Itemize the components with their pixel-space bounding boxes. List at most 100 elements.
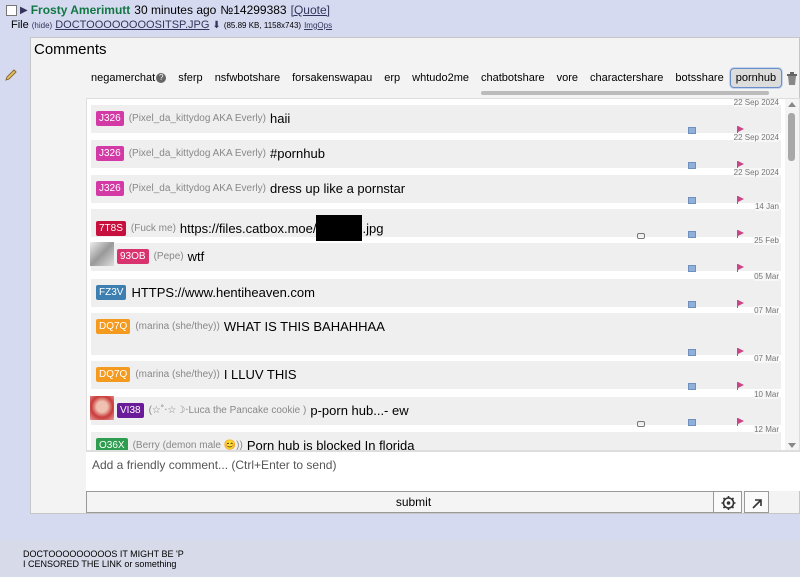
commenter-id-badge[interactable]: 7T8S — [96, 220, 126, 236]
tab-sferp[interactable]: sferp — [172, 69, 208, 87]
commenter-name: (Pixel_da_kittydog AKA Everly) — [128, 113, 266, 124]
commenter-id-badge[interactable]: DQ7Q — [96, 367, 131, 382]
imgops-link[interactable]: ImgOps — [304, 21, 332, 30]
flag-icon[interactable] — [737, 264, 745, 272]
comment-row: 93OB (Pepe) wtf 25 Feb — [91, 236, 781, 272]
tab-pornhub[interactable]: pornhub — [729, 68, 783, 88]
tab-charactershare[interactable]: charactershare — [584, 69, 669, 87]
comment-row: J326 (Pixel_da_kittydog AKA Everly) haii 22… — [91, 99, 781, 134]
hide-file-link[interactable]: (hide) — [32, 21, 52, 30]
expand-triangle-icon[interactable]: ▶ — [20, 5, 28, 16]
scroll-up-icon[interactable] — [788, 102, 796, 107]
reply-icon[interactable] — [688, 301, 696, 308]
comments-panel: Comments negamerchat? sferp nsfwbotshare… — [30, 37, 800, 514]
scroll-thumb[interactable] — [788, 113, 795, 161]
reply-icon[interactable] — [688, 127, 696, 134]
file-info: File (hide) DOCTOOOOOOOOSITSP.JPG ⬇ (85.… — [11, 19, 332, 31]
commenter-id-badge[interactable]: O36X — [96, 438, 128, 450]
comment-text: #pornhub — [269, 146, 325, 161]
comment-text: Porn hub is blocked In florida — [246, 438, 415, 451]
post-comment: DOCTOOOOOOOOOS IT MIGHT BE 'P I CENSORED… — [23, 549, 184, 569]
tab-vore[interactable]: vore — [551, 69, 584, 87]
tab-erp[interactable]: erp — [378, 69, 406, 87]
download-icon[interactable]: ⬇ — [212, 20, 220, 31]
comment-content: J326 (Pixel_da_kittydog AKA Everly) haii — [96, 111, 290, 126]
tab-chatbotshare[interactable]: chatbotshare — [475, 69, 551, 87]
post-time: 30 minutes ago — [134, 3, 217, 17]
comment-text: dress up like a pornstar — [269, 181, 406, 196]
commenter-id-badge[interactable]: J326 — [96, 146, 124, 161]
submit-button[interactable]: submit — [86, 491, 741, 513]
trash-icon[interactable] — [786, 71, 798, 85]
reply-icon[interactable] — [688, 231, 696, 238]
flag-icon[interactable] — [737, 230, 745, 238]
comment-date: 22 Sep 2024 — [733, 98, 779, 107]
avatar[interactable] — [90, 396, 114, 420]
redacted-block — [316, 215, 363, 241]
comment-text: p-porn hub...- ew — [310, 403, 409, 418]
commenter-id-badge[interactable]: VI38 — [117, 403, 144, 418]
commenter-id-badge[interactable]: 93OB — [117, 249, 149, 264]
comment-text: WHAT IS THIS BAHAHHAA — [223, 319, 385, 334]
file-name-link[interactable]: DOCTOOOOOOOOSITSP.JPG — [55, 19, 209, 31]
comment-text: HTTPS://www.hentiheaven.com — [131, 285, 315, 300]
comment-date: 10 Mar — [754, 390, 779, 399]
gear-icon[interactable] — [713, 491, 742, 513]
comment-row: J326 (Pixel_da_kittydog AKA Everly) dress … — [91, 168, 781, 204]
commenter-id-badge[interactable]: J326 — [96, 181, 124, 196]
flag-icon[interactable] — [737, 382, 745, 390]
comment-content: J326 (Pixel_da_kittydog AKA Everly) #pornh… — [96, 146, 325, 161]
comment-text-suffix: .jpg — [362, 220, 384, 236]
commenter-id-badge[interactable]: FZ3V — [96, 285, 127, 300]
reply-icon[interactable] — [688, 197, 696, 204]
commenter-name: (Fuck me) — [130, 222, 176, 234]
tab-botsshare[interactable]: botsshare — [669, 69, 729, 87]
commenter-id-badge[interactable]: DQ7Q — [96, 319, 131, 334]
speech-bubble-icon[interactable] — [637, 421, 645, 427]
flag-icon[interactable] — [737, 300, 745, 308]
comment-text: I LLUV THIS — [223, 367, 297, 382]
comment-date: 05 Mar — [754, 272, 779, 281]
commenter-id-badge[interactable]: J326 — [96, 111, 124, 126]
post-number[interactable]: №14299383 — [220, 3, 286, 17]
comment-list: J326 (Pixel_da_kittydog AKA Everly) haii 22… — [86, 98, 800, 451]
tab-whtudo2me[interactable]: whtudo2me — [406, 69, 475, 87]
commenter-name: (Berry (demon male 😊)) — [132, 440, 243, 451]
comment-content: VI38 (☆˚‧☆☽‧Luca the Pancake cookie ) p-po… — [117, 403, 409, 418]
tab-forsakenswapau[interactable]: forsakenswapau — [286, 69, 378, 87]
reply-icon[interactable] — [688, 265, 696, 272]
expand-icon[interactable] — [744, 491, 769, 513]
flag-icon[interactable] — [737, 196, 745, 204]
quote-link[interactable]: [Quote] — [291, 3, 330, 17]
post: ▶ Frosty Amerimutt 30 minutes ago №14299… — [0, 0, 800, 540]
reply-icon[interactable] — [688, 419, 696, 426]
reply-icon[interactable] — [688, 349, 696, 356]
comment-row: O36X (Berry (demon male 😊)) Porn hub is bl… — [91, 425, 781, 451]
file-meta: (85.89 KB, 1158x743) — [223, 20, 302, 30]
comment-row: FZ3V HTTPS://www.hentiheaven.com 05 Mar — [91, 272, 781, 308]
comment-date: 25 Feb — [754, 236, 779, 245]
help-icon[interactable]: ? — [156, 73, 167, 83]
tab-negamerchat[interactable]: negamerchat? — [85, 69, 172, 87]
tabs-scrollbar[interactable] — [481, 91, 769, 95]
scroll-down-icon[interactable] — [788, 443, 796, 448]
avatar[interactable] — [90, 242, 114, 266]
reply-icon[interactable] — [688, 162, 696, 169]
comments-title: Comments — [34, 41, 107, 58]
comment-content: J326 (Pixel_da_kittydog AKA Everly) dress … — [96, 181, 405, 196]
commenter-name: (Pixel_da_kittydog AKA Everly) — [128, 183, 266, 194]
post-checkbox[interactable] — [6, 4, 17, 16]
tab-nsfwbotshare[interactable]: nsfwbotshare — [209, 69, 286, 87]
comment-content: 93OB (Pepe) wtf — [117, 249, 204, 264]
reply-icon[interactable] — [688, 383, 696, 390]
flag-icon[interactable] — [737, 348, 745, 356]
flag-icon[interactable] — [737, 418, 745, 426]
comment-scrollbar[interactable] — [785, 99, 799, 450]
comment-content: DQ7Q (marina (she/they)) I LLUV THIS — [96, 367, 297, 382]
commenter-name: (Pixel_da_kittydog AKA Everly) — [128, 148, 266, 159]
comment-input[interactable]: Add a friendly comment... (Ctrl+Enter to… — [86, 451, 800, 491]
comment-content: DQ7Q (marina (she/they)) WHAT IS THIS BAHA… — [96, 319, 385, 334]
comment-date: 07 Mar — [754, 354, 779, 363]
speech-bubble-icon[interactable] — [637, 233, 645, 239]
pencil-icon[interactable] — [4, 68, 18, 82]
